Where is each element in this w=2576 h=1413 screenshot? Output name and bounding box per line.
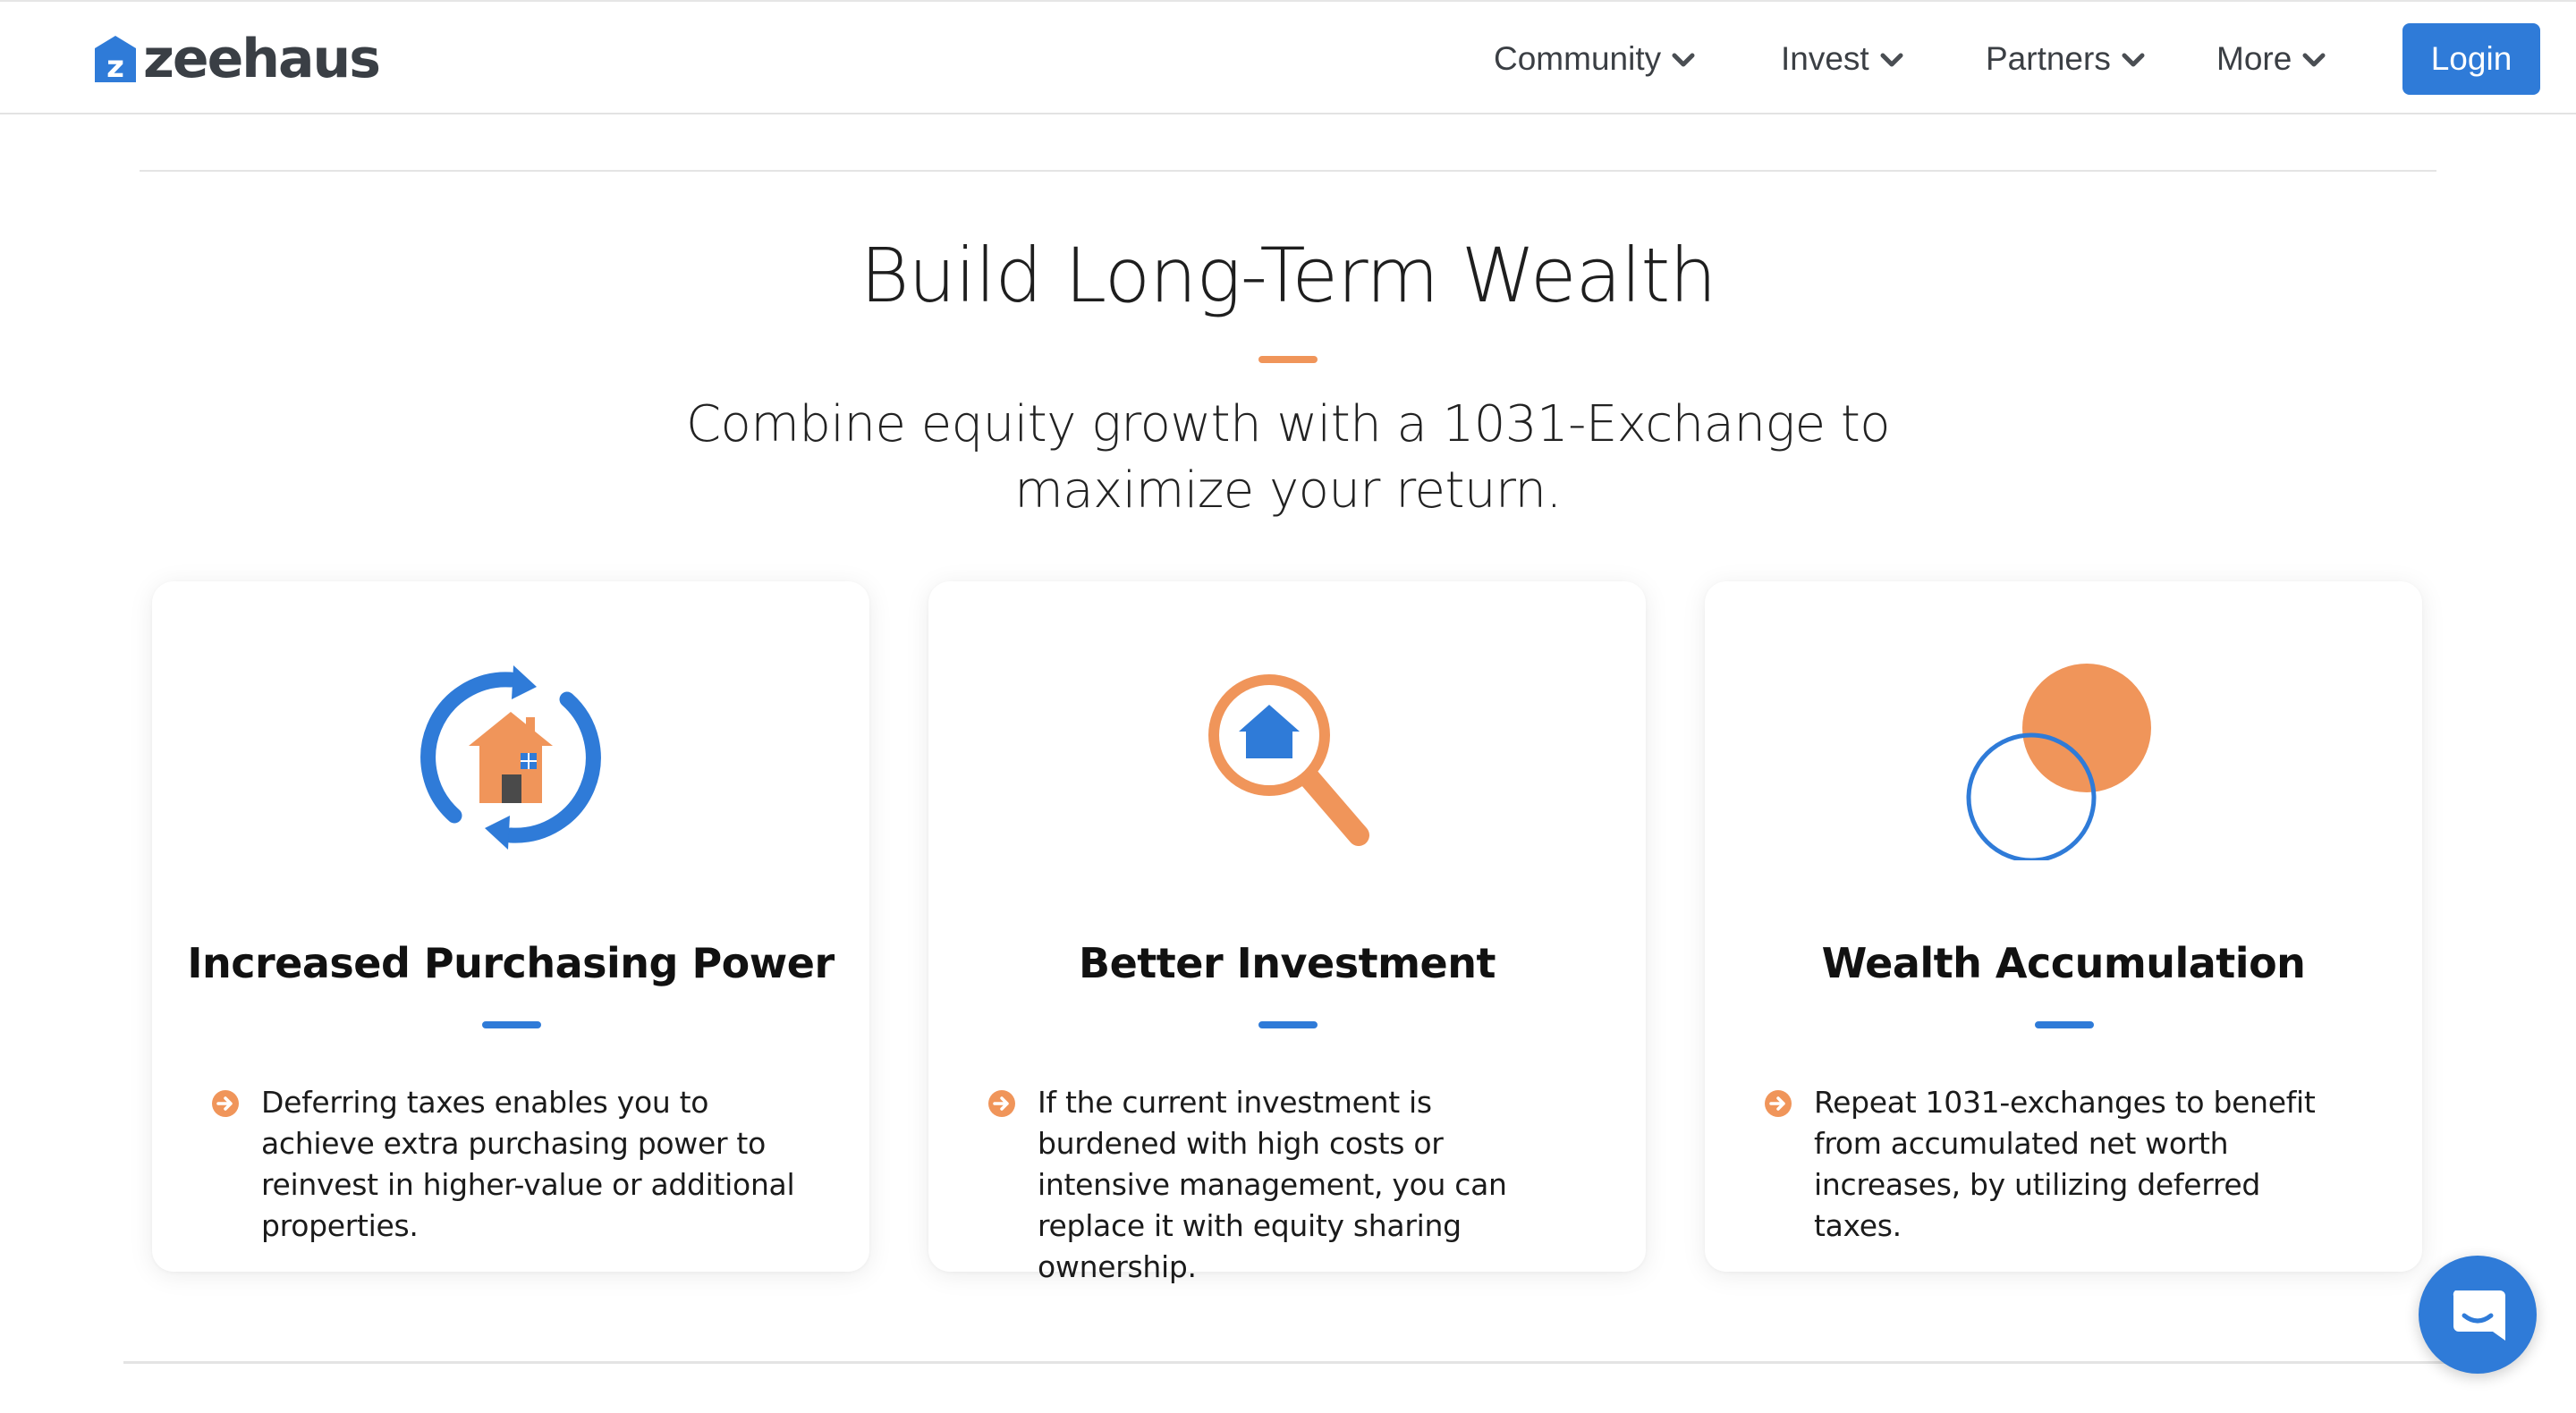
chat-launcher-button[interactable] xyxy=(2419,1256,2537,1374)
chevron-down-icon xyxy=(2122,53,2145,67)
feature-card-wealth-accumulation: Wealth Accumulation Repeat 1031-exchange… xyxy=(1705,581,2422,1272)
card-accent-dash xyxy=(482,1021,541,1028)
arrow-circle-right-icon xyxy=(988,1090,1015,1117)
house-cycle-icon xyxy=(420,665,601,850)
chevron-down-icon xyxy=(1672,53,1695,67)
card-title: Wealth Accumulation xyxy=(1821,939,2306,987)
card-accent-dash xyxy=(1258,1021,1318,1028)
login-button[interactable]: Login xyxy=(2402,23,2540,95)
card-description: Deferring taxes enables you to achieve e… xyxy=(261,1085,795,1243)
nav-partners-label: Partners xyxy=(1986,40,2111,77)
nav-more-label: More xyxy=(2216,40,2292,77)
site-header: z zeehaus Community Invest Partners More… xyxy=(0,0,2576,114)
nav-more[interactable]: More xyxy=(2216,32,2326,86)
chevron-down-icon xyxy=(1880,53,1903,67)
title-accent-dash xyxy=(1258,356,1318,363)
card-accent-dash xyxy=(2035,1021,2094,1028)
page-subtitle: Combine equity growth with a 1031-Exchan… xyxy=(685,395,1891,520)
nav-community-label: Community xyxy=(1494,40,1662,77)
nav-invest[interactable]: Invest xyxy=(1781,32,1903,86)
feature-card-purchasing-power: Increased Purchasing Power Deferring tax… xyxy=(152,581,869,1272)
overlapping-circles-icon xyxy=(1966,664,2151,860)
feature-card-better-investment: Better Investment If the current investm… xyxy=(928,581,1646,1284)
card-description: If the current investment is burdened wi… xyxy=(1038,1085,1507,1284)
magnifier-house-icon xyxy=(1208,674,1369,846)
card-title: Increased Purchasing Power xyxy=(187,939,835,987)
card-description: Repeat 1031-exchanges to benefit from ac… xyxy=(1814,1085,2316,1243)
nav-partners[interactable]: Partners xyxy=(1986,32,2145,86)
arrow-circle-right-icon xyxy=(1765,1090,1792,1117)
main-nav: Community Invest Partners More xyxy=(0,32,2576,86)
section-divider-top xyxy=(140,170,2436,172)
card-title: Better Investment xyxy=(1079,939,1496,987)
section-divider-bottom xyxy=(123,1361,2453,1364)
page-title: Build Long-Term Wealth xyxy=(860,232,1716,319)
arrow-circle-right-icon xyxy=(212,1090,239,1117)
chat-icon xyxy=(2453,1290,2505,1341)
nav-community[interactable]: Community xyxy=(1494,32,1695,86)
chevron-down-icon xyxy=(2302,53,2326,67)
nav-invest-label: Invest xyxy=(1781,40,1869,77)
